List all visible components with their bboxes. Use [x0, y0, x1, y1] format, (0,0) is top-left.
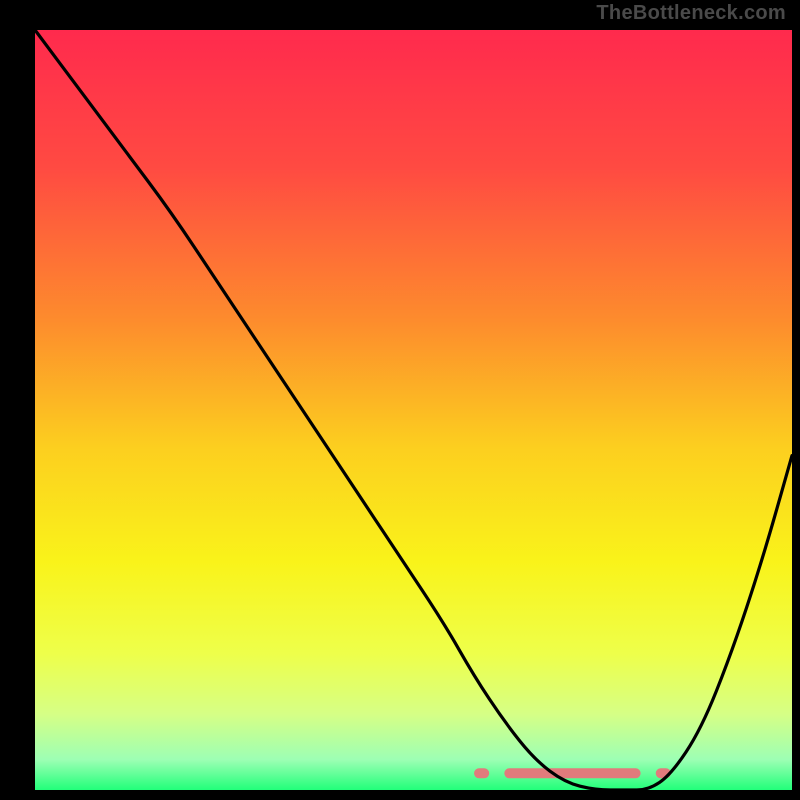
chart-stage	[0, 0, 800, 800]
watermark-text: TheBottleneck.com	[596, 2, 786, 25]
chart-svg	[0, 0, 800, 800]
gradient-background	[35, 30, 792, 790]
